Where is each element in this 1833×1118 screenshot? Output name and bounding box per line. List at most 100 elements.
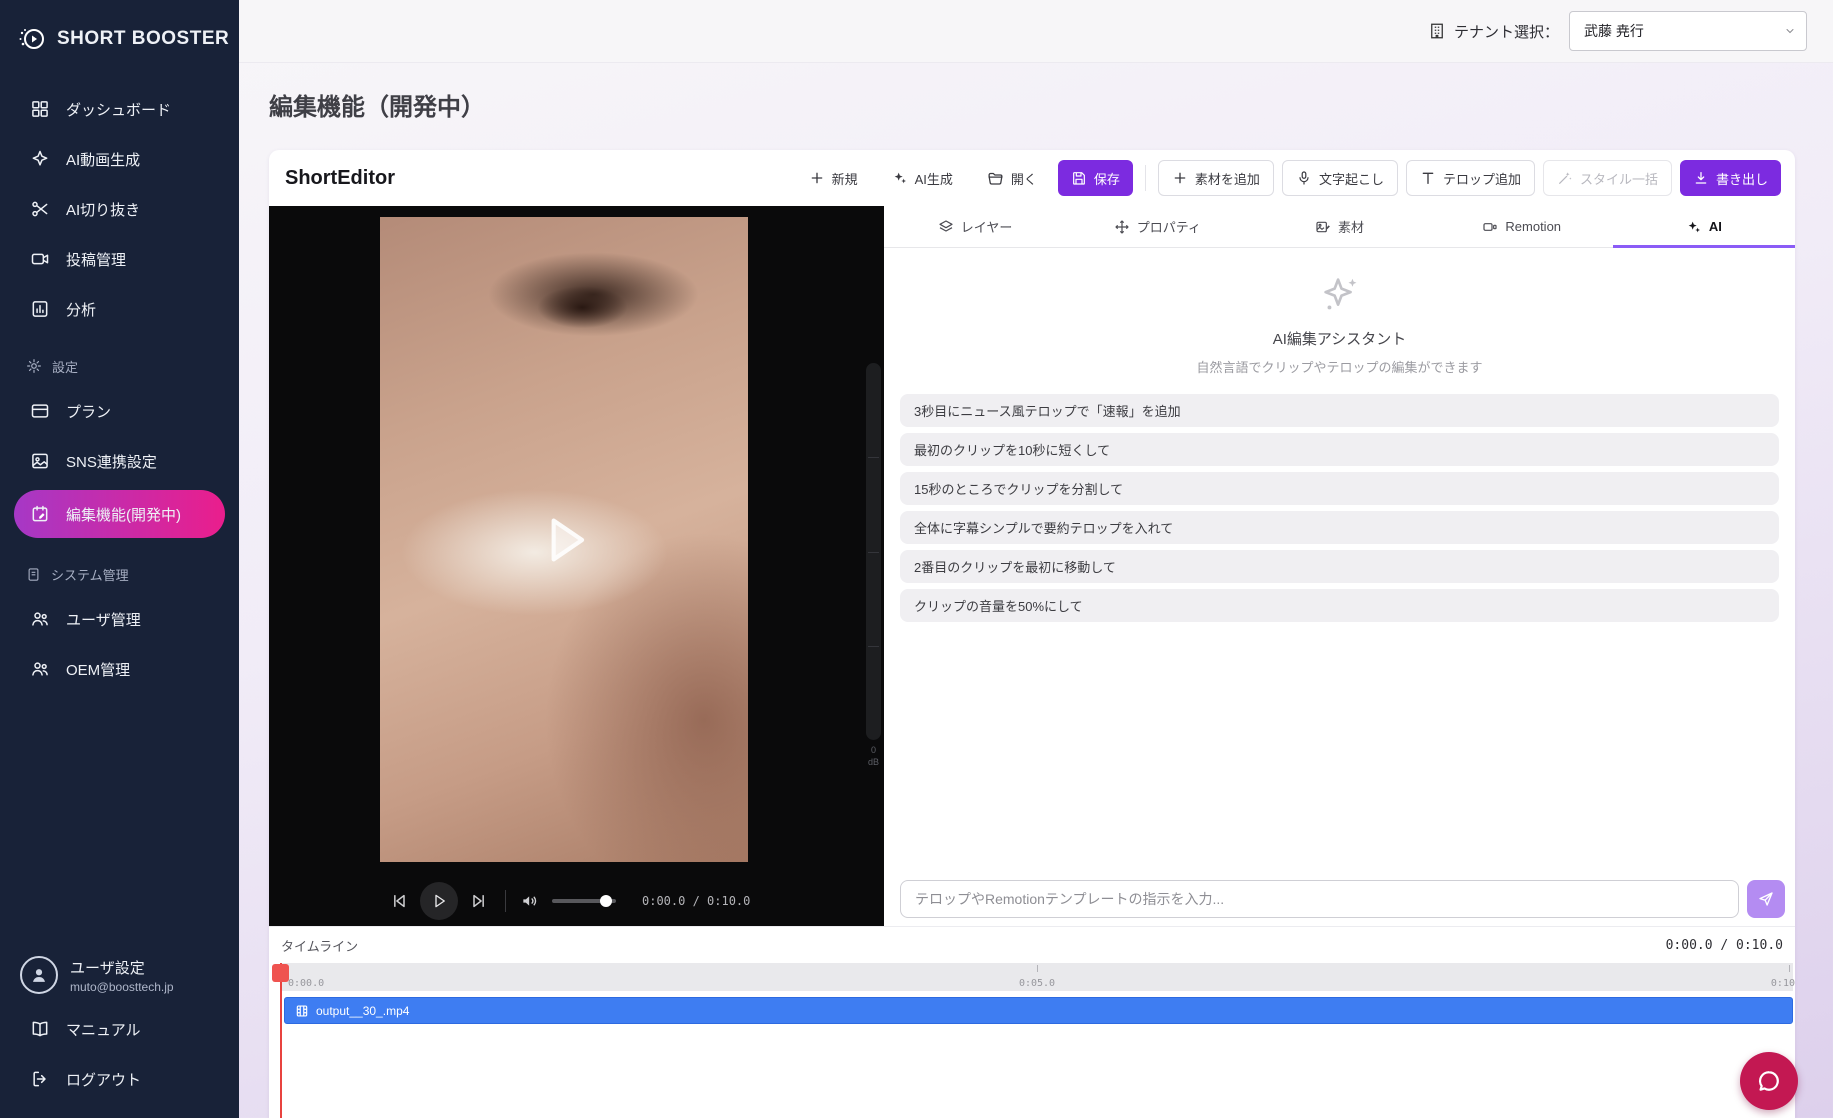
film-icon	[295, 1004, 309, 1018]
editor-body: 0 dB	[269, 206, 1795, 926]
new-button[interactable]: 新規	[796, 160, 871, 196]
db-zero-label: 0	[864, 744, 883, 756]
tenant-label: テナント選択：	[1454, 21, 1559, 42]
button-label: AI生成	[915, 169, 953, 188]
tab-label: レイヤー	[961, 217, 1013, 236]
ai-suggestion-chip[interactable]: 最初のクリップを10秒に短くして	[900, 433, 1779, 466]
tab-properties[interactable]: プロパティ	[1066, 206, 1248, 247]
ai-suggestion-chip[interactable]: 2番目のクリップを最初に移動して	[900, 550, 1779, 583]
right-panel: レイヤー プロパティ 素材 Remotion	[884, 206, 1795, 926]
layers-icon	[938, 219, 954, 235]
ai-assistant-panel: AI編集アシスタント 自然言語でクリップやテロップの編集ができます 3秒目にニュ…	[884, 248, 1795, 926]
timeline-ruler[interactable]: 0:00.0 0:05.0 0:10	[281, 963, 1793, 991]
sidebar-footer: ユーザ設定 muto@boosttech.jp マニュアル ログアウト	[0, 946, 239, 1118]
section-label: 設定	[52, 357, 78, 376]
tab-remotion[interactable]: Remotion	[1431, 206, 1613, 247]
sidebar-item-label: SNS連携設定	[66, 451, 157, 472]
timeline-clip[interactable]: output__30_.mp4	[284, 997, 1793, 1024]
skip-forward-button[interactable]	[467, 889, 491, 913]
ruler-tick	[1037, 965, 1038, 972]
sparkle-icon	[30, 149, 50, 169]
ruler-tick	[1789, 965, 1790, 972]
ai-suggestion-chip[interactable]: 15秒のところでクリップを分割して	[900, 472, 1779, 505]
page-title: 編集機能（開発中）	[269, 87, 1833, 122]
sparkle-large-icon	[1317, 272, 1363, 318]
sidebar-section-settings: 設定	[0, 346, 239, 386]
play-button[interactable]	[420, 882, 458, 920]
tab-assets[interactable]: 素材	[1248, 206, 1430, 247]
sidebar: SHORT BOOSTER ダッシュボード AI動画生成 AI切り抜き 投稿管理…	[0, 0, 239, 1118]
users-icon	[30, 659, 50, 679]
sidebar-item-post-management[interactable]: 投稿管理	[0, 234, 239, 284]
ai-instruction-input[interactable]	[900, 880, 1739, 918]
sidebar-item-analytics[interactable]: 分析	[0, 284, 239, 334]
send-button[interactable]	[1747, 880, 1785, 918]
user-settings-label: ユーザ設定	[70, 957, 174, 978]
volume-icon[interactable]	[518, 889, 542, 913]
button-label: テロップ追加	[1443, 169, 1521, 188]
tab-ai[interactable]: AI	[1613, 206, 1795, 247]
document-icon	[26, 567, 41, 582]
button-label: 書き出し	[1716, 169, 1768, 188]
sidebar-item-manual[interactable]: マニュアル	[0, 1004, 239, 1054]
video-preview-area: 0 dB	[269, 206, 884, 926]
playhead-handle[interactable]	[272, 964, 289, 982]
transcribe-button[interactable]: 文字起こし	[1282, 160, 1398, 196]
sidebar-item-logout[interactable]: ログアウト	[0, 1054, 239, 1104]
building-icon	[1428, 22, 1446, 40]
tenant-select[interactable]: 武藤 尭行	[1569, 11, 1807, 51]
sidebar-item-label: 分析	[66, 299, 96, 320]
sidebar-item-plan[interactable]: プラン	[0, 386, 239, 436]
plus-icon	[809, 170, 825, 186]
plus-icon	[1172, 170, 1188, 186]
save-button[interactable]: 保存	[1058, 160, 1133, 196]
volume-slider[interactable]	[552, 899, 616, 903]
timeline-time: 0:00.0 / 0:10.0	[1666, 938, 1783, 953]
video-frame[interactable]	[380, 217, 748, 862]
tab-label: Remotion	[1505, 219, 1561, 234]
toolbar-divider	[1145, 165, 1146, 191]
ai-assistant-subtitle: 自然言語でクリップやテロップの編集ができます	[1196, 357, 1482, 376]
style-batch-button[interactable]: スタイル一括	[1543, 160, 1672, 196]
sidebar-item-ai-video[interactable]: AI動画生成	[0, 134, 239, 184]
export-button[interactable]: 書き出し	[1680, 160, 1781, 196]
sidebar-item-label: 投稿管理	[66, 249, 126, 270]
chat-fab-button[interactable]	[1740, 1052, 1798, 1110]
card-icon	[30, 401, 50, 421]
sidebar-item-label: AI動画生成	[66, 149, 140, 170]
photo-icon	[30, 451, 50, 471]
open-button[interactable]: 開く	[974, 160, 1050, 196]
ai-suggestion-chip[interactable]: クリップの音量を50%にして	[900, 589, 1779, 622]
player-time: 0:00.0 / 0:10.0	[642, 894, 750, 908]
sidebar-item-sns-settings[interactable]: SNS連携設定	[0, 436, 239, 486]
tenant-label-wrap: テナント選択：	[1428, 21, 1559, 42]
skip-back-button[interactable]	[387, 889, 411, 913]
sidebar-item-dashboard[interactable]: ダッシュボード	[0, 84, 239, 134]
sidebar-item-label: マニュアル	[66, 1019, 141, 1040]
sidebar-item-oem-management[interactable]: OEM管理	[0, 644, 239, 694]
tab-layers[interactable]: レイヤー	[884, 206, 1066, 247]
db-unit-label: dB	[864, 756, 883, 768]
sidebar-item-edit-feature[interactable]: 編集機能(開発中)	[14, 490, 225, 538]
video-camera-icon	[30, 249, 50, 269]
volume-knob[interactable]	[600, 895, 612, 907]
avatar	[20, 956, 58, 994]
add-asset-button[interactable]: 素材を追加	[1158, 160, 1274, 196]
db-level-slider[interactable]	[866, 363, 881, 740]
app-logo: SHORT BOOSTER	[0, 0, 239, 84]
ai-suggestion-chip[interactable]: 全体に字幕シンプルで要約テロップを入れて	[900, 511, 1779, 544]
button-label: 新規	[832, 169, 858, 188]
section-label: システム管理	[51, 565, 129, 584]
sidebar-item-ai-clip[interactable]: AI切り抜き	[0, 184, 239, 234]
play-overlay-icon[interactable]	[533, 509, 595, 571]
ai-generate-button[interactable]: AI生成	[879, 160, 966, 196]
sidebar-item-user-management[interactable]: ユーザ管理	[0, 594, 239, 644]
add-telop-button[interactable]: テロップ追加	[1406, 160, 1535, 196]
logo-play-icon	[18, 24, 48, 54]
ai-assistant-title: AI編集アシスタント	[1273, 328, 1407, 349]
ai-suggestion-list: 3秒目にニュース風テロップで「速報」を追加 最初のクリップを10秒に短くして 1…	[884, 394, 1795, 628]
playhead-line	[280, 963, 282, 1118]
ai-suggestion-chip[interactable]: 3秒目にニュース風テロップで「速報」を追加	[900, 394, 1779, 427]
sidebar-item-user-settings[interactable]: ユーザ設定 muto@boosttech.jp	[0, 946, 239, 1004]
button-label: 保存	[1094, 169, 1120, 188]
